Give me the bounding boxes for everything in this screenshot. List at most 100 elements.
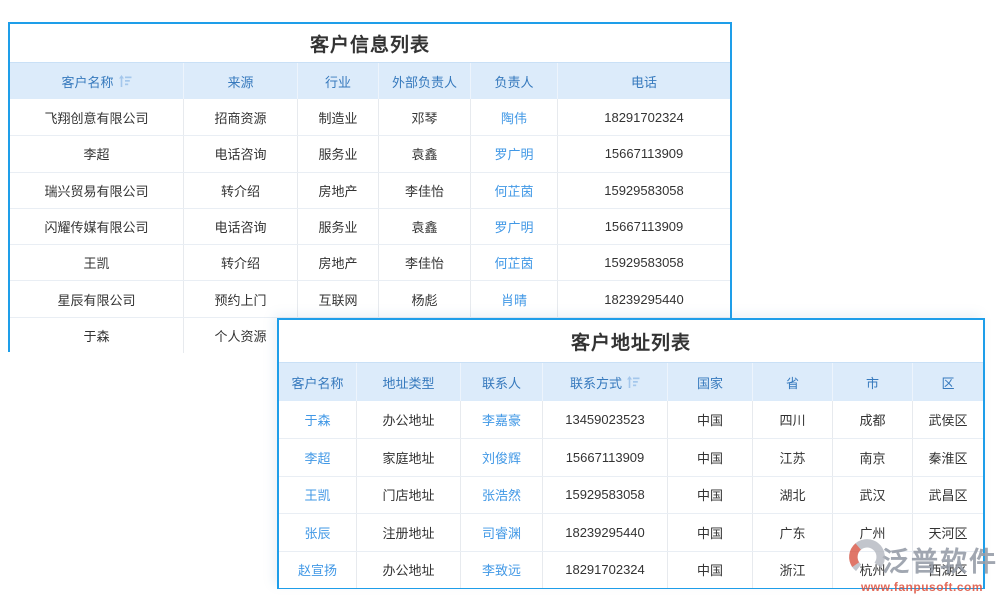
cell-link[interactable]: 于森 — [279, 401, 357, 439]
column-header: 电话 — [558, 63, 730, 99]
cell: 中国 — [668, 439, 753, 476]
column-header: 地址类型 — [357, 363, 461, 401]
column-header-label: 联系方式 — [569, 375, 622, 391]
sort-icon[interactable] — [118, 75, 132, 87]
cell: 杨彪 — [379, 281, 471, 317]
cell-link[interactable]: 王凯 — [279, 476, 357, 514]
cell: 制造业 — [298, 99, 379, 136]
cell: 武昌区 — [928, 488, 968, 504]
column-header: 省 — [753, 363, 833, 401]
cell: 办公地址 — [357, 401, 461, 439]
cell-link[interactable]: 张浩然 — [461, 476, 543, 514]
column-header: 联系人 — [461, 363, 543, 401]
cell: 18291702324 — [543, 551, 668, 588]
table-header-row: 客户名称 地址类型 联系人 联系方式 国家 省 市 区 — [279, 362, 983, 401]
cell: 电话咨询 — [184, 136, 298, 172]
cell-link[interactable]: 肖晴 — [471, 281, 558, 317]
column-header-label: 客户名称 — [291, 375, 344, 391]
cell: 于森 — [10, 317, 184, 354]
table-row[interactable]: 于森 办公地址 李嘉豪 13459023523 中国 四川 成都 武侯区 — [279, 401, 983, 439]
cell: 邓琴 — [379, 99, 471, 136]
cell: 成都 — [833, 401, 913, 439]
cell: 招商资源 — [184, 99, 298, 136]
cell-link[interactable]: 何芷茵 — [471, 172, 558, 208]
cell: 转介绍 — [184, 245, 298, 281]
cell-link[interactable]: 赵宣扬 — [279, 551, 357, 588]
cell: 广东 — [753, 514, 833, 551]
table-row[interactable]: 李超 电话咨询 服务业 袁鑫 罗广明 15667113909 — [10, 135, 730, 172]
table-row[interactable]: 星辰有限公司 预约上门 互联网 杨彪 肖晴 18239295440 — [10, 280, 730, 317]
column-header-label: 负责人 — [494, 74, 534, 90]
column-header: 行业 — [298, 63, 379, 99]
cell: 房地产 — [298, 245, 379, 281]
column-header: 来源 — [184, 63, 298, 99]
cell: 四川 — [753, 401, 833, 439]
cell-link[interactable]: 李超 — [279, 439, 357, 476]
table-row[interactable]: 飞翔创意有限公司 招商资源 制造业 邓琴 陶伟 18291702324 — [10, 99, 730, 136]
cell: 注册地址 — [357, 514, 461, 551]
cell: 中国 — [668, 551, 753, 588]
cell: 转介绍 — [184, 172, 298, 208]
cell: 15667113909 — [604, 146, 684, 162]
column-header: 市 — [833, 363, 913, 401]
table-row[interactable]: 瑞兴贸易有限公司 转介绍 房地产 李佳怡 何芷茵 15929583058 — [10, 171, 730, 208]
column-header: 区 — [913, 363, 983, 401]
column-header-label: 地址类型 — [382, 375, 435, 391]
cell-link[interactable]: 张辰 — [279, 514, 357, 551]
cell: 天河区 — [928, 525, 968, 541]
column-header-label: 国家 — [696, 375, 723, 391]
table-row[interactable]: 闪耀传媒有限公司 电话咨询 服务业 袁鑫 罗广明 15667113909 — [10, 207, 730, 245]
column-header: 外部负责人 — [379, 63, 471, 99]
cell: 18239295440 — [604, 291, 684, 307]
table-row[interactable]: 王凯 转介绍 房地产 李佳怡 何芷茵 15929583058 — [10, 244, 730, 281]
cell: 杭州 — [833, 551, 913, 588]
column-header[interactable]: 客户名称 — [10, 63, 184, 99]
column-header-label: 联系人 — [481, 375, 521, 391]
table-row[interactable]: 赵宣扬 办公地址 李致远 18291702324 中国 浙江 杭州 西湖区 — [279, 550, 983, 588]
cell: 飞翔创意有限公司 — [10, 99, 184, 136]
cell: 服务业 — [298, 208, 379, 245]
table-row[interactable]: 张辰 注册地址 司睿渊 18239295440 中国 广东 广州 天河区 — [279, 513, 983, 551]
column-header-label: 客户名称 — [61, 74, 114, 90]
column-header: 客户名称 — [279, 363, 357, 401]
cell: 互联网 — [298, 281, 379, 317]
column-header-label: 区 — [941, 375, 955, 391]
cell: 15667113909 — [543, 439, 668, 476]
cell: 星辰有限公司 — [10, 281, 184, 317]
cell: 18291702324 — [604, 109, 684, 125]
cell: 电话咨询 — [184, 208, 298, 245]
cell: 房地产 — [298, 172, 379, 208]
customer-info-table: 客户信息列表 客户名称 来源 行业 外部负责人 负责人 电话 飞翔创意有限公司 招商资源 制造… — [8, 22, 732, 354]
cell: 服务业 — [298, 136, 379, 172]
column-header-label: 来源 — [227, 74, 254, 90]
cell-link[interactable]: 李嘉豪 — [461, 401, 543, 439]
cell: 武侯区 — [928, 413, 968, 429]
cell-link[interactable]: 罗广明 — [471, 208, 558, 245]
cell: 浙江 — [753, 551, 833, 588]
column-header[interactable]: 联系方式 — [543, 363, 668, 401]
cell: 门店地址 — [357, 476, 461, 514]
sort-icon[interactable] — [627, 376, 640, 388]
cell-link[interactable]: 何芷茵 — [471, 245, 558, 281]
table-row[interactable]: 王凯 门店地址 张浩然 15929583058 中国 湖北 武汉 武昌区 — [279, 475, 983, 514]
table-title: 客户信息列表 — [309, 34, 430, 56]
table-body: 于森 办公地址 李嘉豪 13459023523 中国 四川 成都 武侯区 李超 家庭地址 刘俊辉 15… — [279, 401, 983, 588]
cell: 中国 — [668, 476, 753, 514]
column-header-label: 外部负责人 — [391, 74, 457, 90]
column-header-label: 市 — [865, 375, 879, 391]
column-header-label: 行业 — [324, 74, 351, 90]
table-body: 飞翔创意有限公司 招商资源 制造业 邓琴 陶伟 18291702324 李超 电话咨询 服务业袁… — [10, 99, 730, 354]
cell: 中国 — [668, 401, 753, 439]
cell-link[interactable]: 罗广明 — [471, 136, 558, 172]
table-row[interactable]: 李超 家庭地址 刘俊辉 15667113909 中国 江苏 南京 秦淮区 — [279, 438, 983, 476]
cell-link[interactable]: 陶伟 — [471, 99, 558, 136]
cell: 李佳怡 — [379, 172, 471, 208]
cell: 中国 — [668, 514, 753, 551]
cell-link[interactable]: 李致远 — [461, 551, 543, 588]
customer-address-table: 客户地址列表 客户名称 地址类型 联系人 联系方式 国家省市区 于森 办公地址 李嘉豪 134… — [277, 318, 985, 589]
cell: 广州 — [833, 514, 913, 551]
cell: 秦淮区 — [928, 451, 968, 467]
cell-link[interactable]: 司睿渊 — [461, 514, 543, 551]
cell-link[interactable]: 刘俊辉 — [461, 439, 543, 476]
cell: 江苏 — [753, 439, 833, 476]
